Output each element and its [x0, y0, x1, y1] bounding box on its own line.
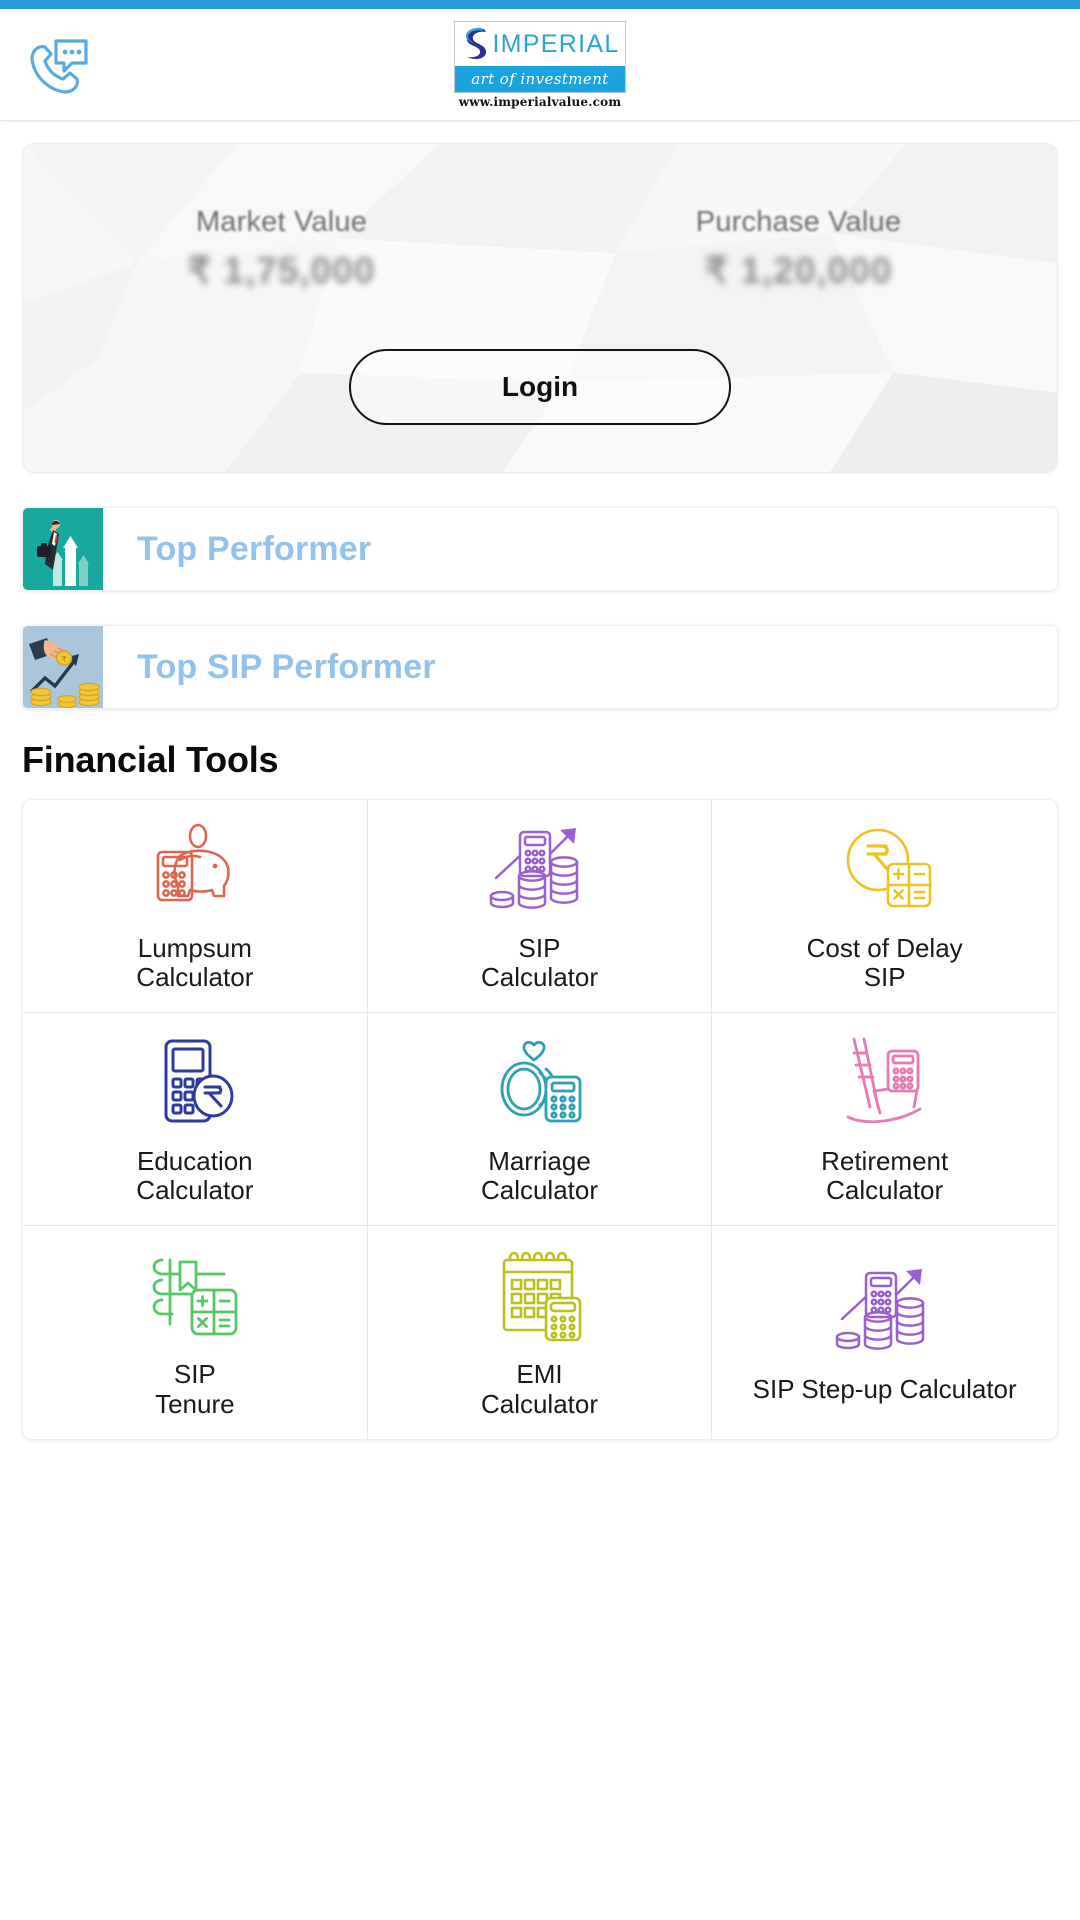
tool-marriage-calculator[interactable]: Marriage Calculator — [367, 1013, 713, 1226]
calculator-rupee-coin-icon — [140, 1033, 250, 1129]
tool-label: Marriage Calculator — [480, 1145, 599, 1205]
top-performer-label: Top Performer — [137, 529, 372, 568]
coins-calculator-arrow-icon — [484, 820, 594, 916]
tool-education-calculator[interactable]: Education Calculator — [23, 1013, 368, 1226]
top-sip-performer-row[interactable]: ₹ Top SIP Performer — [22, 625, 1058, 709]
purchase-value-amount: ₹ 1,20,000 — [704, 250, 893, 291]
financial-tools-heading: Financial Tools — [22, 739, 279, 780]
hand-coins-growth-icon: ₹ — [23, 626, 103, 708]
tool-cost-of-delay-sip[interactable]: Cost of Delay SIP — [712, 800, 1057, 1013]
tool-lumpsum-calculator[interactable]: Lumpsum Calculator — [23, 800, 368, 1013]
portfolio-values-row: Market Value ₹ 1,75,000 Purchase Value ₹… — [23, 206, 1057, 292]
rocking-chair-calculator-icon — [830, 1033, 940, 1129]
tool-label: Education Calculator — [136, 1145, 254, 1205]
notebook-math-icon — [140, 1246, 250, 1342]
market-value-label: Market Value — [195, 206, 368, 238]
tool-retirement-calculator[interactable]: Retirement Calculator — [712, 1013, 1057, 1226]
top-performer-row[interactable]: Top Performer — [22, 507, 1058, 591]
phone-chat-icon[interactable] — [24, 33, 90, 99]
tool-label: EMI Calculator — [480, 1359, 599, 1419]
tool-label: Lumpsum Calculator — [136, 932, 254, 992]
tool-label: Retirement Calculator — [821, 1145, 949, 1205]
coins-calculator-arrow-icon — [830, 1261, 940, 1357]
tool-emi-calculator[interactable]: EMI Calculator — [368, 1226, 713, 1439]
tool-label: SIP Tenure — [155, 1359, 235, 1419]
svg-text:₹: ₹ — [61, 655, 66, 664]
purchase-value-block: Purchase Value ₹ 1,20,000 — [540, 206, 1057, 292]
tool-label: SIP Step-up Calculator — [752, 1373, 1017, 1404]
logo-website-url: www.imperialvalue.com — [458, 95, 622, 109]
tool-sip-step-up-calculator[interactable]: SIP Step-up Calculator — [712, 1226, 1057, 1439]
financial-tools-grid: Lumpsum Calculator SIP Calculator Cost o… — [22, 799, 1058, 1440]
status-bar-strip — [0, 0, 1080, 9]
app-header: IMPERIAL art of investment www.imperialv… — [0, 9, 1080, 121]
market-value-amount: ₹ 1,75,000 — [187, 250, 376, 291]
tool-sip-tenure[interactable]: SIP Tenure — [23, 1226, 368, 1439]
businessman-growth-arrows-icon — [23, 508, 103, 590]
tool-label: SIP Calculator — [480, 932, 599, 992]
rupee-coin-calculator-icon — [830, 820, 940, 916]
portfolio-summary-card: Market Value ₹ 1,75,000 Purchase Value ₹… — [22, 143, 1058, 473]
logo-tagline: art of investment — [471, 70, 609, 88]
wedding-rings-calculator-icon — [484, 1033, 594, 1129]
tool-label: Cost of Delay SIP — [806, 932, 963, 992]
login-button[interactable]: Login — [349, 349, 731, 425]
brand-logo: IMPERIAL art of investment www.imperialv… — [454, 21, 626, 109]
page-content: Market Value ₹ 1,75,000 Purchase Value ₹… — [0, 143, 1080, 1440]
logo-wordmark: IMPERIAL — [492, 29, 620, 58]
imperial-s-mark — [466, 27, 487, 59]
calendar-calculator-icon — [484, 1246, 594, 1342]
tool-sip-calculator[interactable]: SIP Calculator — [367, 800, 713, 1013]
piggy-bank-calculator-icon — [140, 820, 250, 916]
purchase-value-label: Purchase Value — [695, 206, 902, 238]
market-value-block: Market Value ₹ 1,75,000 — [23, 206, 540, 292]
top-sip-performer-label: Top SIP Performer — [137, 647, 436, 686]
